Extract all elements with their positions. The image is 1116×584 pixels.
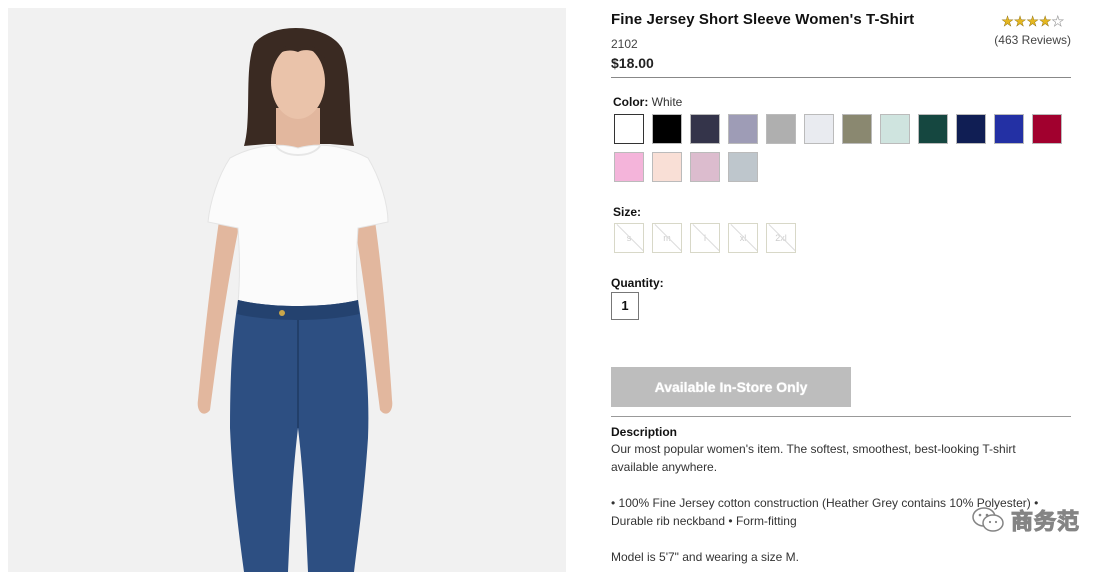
product-image: [8, 8, 566, 572]
star-icon: ★: [1001, 13, 1014, 29]
rating[interactable]: ★ ★ ★ ★ ★ (463 Reviews): [961, 14, 1071, 47]
reviews-link[interactable]: (463 Reviews): [961, 33, 1071, 47]
star-outline-icon: ★: [1051, 13, 1064, 29]
swatch-pink[interactable]: [614, 152, 644, 182]
swatch-navy[interactable]: [690, 114, 720, 144]
size-option-s[interactable]: s: [614, 223, 644, 253]
description-paragraph: Model is 5'7" and wearing a size M.: [611, 550, 799, 564]
product-info-panel: Fine Jersey Short Sleeve Women's T-Shirt…: [611, 0, 1071, 572]
size-option-l[interactable]: l: [690, 223, 720, 253]
quantity-label: Quantity:: [611, 276, 664, 290]
swatch-white[interactable]: [614, 114, 644, 144]
available-in-store-button[interactable]: Available In-Store Only: [611, 367, 851, 407]
wechat-icon: [972, 507, 1004, 532]
star-icon: ★: [1038, 13, 1052, 29]
swatch-blue-grey[interactable]: [728, 152, 758, 182]
description-label: Description: [611, 425, 678, 439]
star-icon: ★: [1026, 13, 1039, 29]
star-icon: ★: [1013, 13, 1027, 29]
swatch-orchid[interactable]: [690, 152, 720, 182]
product-sku: 2102: [611, 37, 638, 51]
swatch-olive[interactable]: [842, 114, 872, 144]
quantity-input[interactable]: 1: [611, 292, 639, 320]
divider: [611, 77, 1071, 78]
swatch-mint[interactable]: [880, 114, 910, 144]
swatch-forest[interactable]: [918, 114, 948, 144]
description-paragraph: Our most popular women's item. The softe…: [611, 442, 1016, 474]
size-option-2xl[interactable]: 2xl: [766, 223, 796, 253]
product-title: Fine Jersey Short Sleeve Women's T-Shirt: [611, 11, 915, 28]
swatch-royal[interactable]: [994, 114, 1024, 144]
watermark: 商务范: [971, 504, 1080, 536]
swatch-peach[interactable]: [652, 152, 682, 182]
size-option-xl[interactable]: xl: [728, 223, 758, 253]
product-price: $18.00: [611, 55, 654, 71]
swatch-cranberry[interactable]: [1032, 114, 1062, 144]
color-label: Color: White: [613, 95, 682, 109]
model-photo: [8, 8, 566, 572]
color-label-text: Color:: [613, 95, 649, 109]
swatch-light-grey[interactable]: [766, 114, 796, 144]
star-rating: ★ ★ ★ ★ ★: [961, 13, 1064, 29]
size-label: Size:: [613, 205, 642, 219]
selected-color-value: White: [651, 95, 683, 109]
watermark-text: 商务范: [1010, 510, 1080, 536]
swatch-pale-grey[interactable]: [804, 114, 834, 144]
size-option-m[interactable]: m: [652, 223, 682, 253]
swatch-black[interactable]: [652, 114, 682, 144]
swatch-lavender-grey[interactable]: [728, 114, 758, 144]
swatch-dark-navy[interactable]: [956, 114, 986, 144]
divider: [611, 416, 1071, 417]
